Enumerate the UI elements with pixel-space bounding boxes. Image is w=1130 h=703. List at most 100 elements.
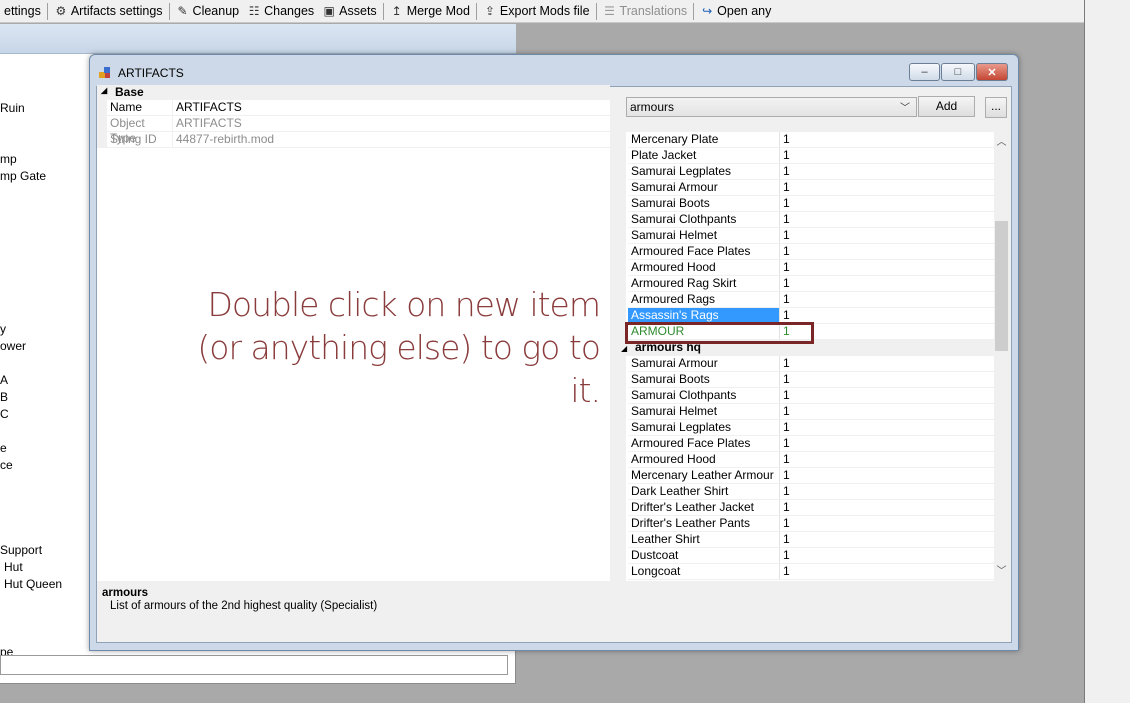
tree-item[interactable]: mp Gate [0, 169, 46, 183]
toolbar-export-mods-button[interactable]: ⇪ Export Mods file [479, 1, 594, 22]
tree-item[interactable]: Hut [4, 560, 23, 574]
list-item-count[interactable]: 1 [780, 516, 790, 531]
property-category-header[interactable]: ◢ Base [97, 85, 610, 100]
add-button[interactable]: Add [918, 96, 975, 117]
property-row-string-id[interactable]: String ID 44877-rebirth.mod [107, 132, 610, 148]
list-item-count[interactable]: 1 [780, 564, 790, 579]
list-item-count[interactable]: 1 [780, 548, 790, 563]
list-item-count[interactable]: 1 [780, 484, 790, 499]
list-item-count[interactable]: 1 [780, 500, 790, 515]
list-item-count[interactable]: 1 [780, 356, 790, 371]
toolbar-merge-mod-button[interactable]: ↥ Merge Mod [386, 1, 474, 22]
property-row-object-type[interactable]: Object Type ARTIFACTS [107, 116, 610, 145]
property-value[interactable]: ARTIFACTS [173, 100, 242, 115]
list-item-count[interactable]: 1 [780, 260, 790, 275]
list-scrollbar[interactable] [994, 132, 1009, 581]
tree-item[interactable]: Hut Queen [4, 577, 62, 591]
hint-line: it. [570, 371, 601, 410]
list-item-count[interactable]: 1 [780, 388, 790, 403]
list-item[interactable]: Samurai Boots 1 [628, 196, 994, 212]
collapse-triangle-icon[interactable]: ◢ [621, 344, 627, 353]
list-item[interactable]: Mercenary Leather Armour 1 [628, 468, 994, 484]
scroll-down-icon[interactable]: ﹀ [994, 564, 1009, 580]
toolbar-open-any-button[interactable]: ↪ Open any [696, 1, 775, 22]
list-item-count[interactable]: 1 [780, 228, 790, 243]
collapse-triangle-icon[interactable]: ◢ [101, 86, 107, 95]
list-item-count[interactable]: 1 [780, 244, 790, 259]
list-item[interactable]: Samurai Legplates 1 [628, 420, 994, 436]
toolbar-settings-button[interactable]: ettings [0, 1, 45, 22]
toolbar-assets-button[interactable]: ▣ Assets [318, 1, 381, 22]
maximize-icon: □ [954, 66, 962, 78]
property-row-name[interactable]: Name ARTIFACTS [107, 100, 610, 116]
list-item[interactable]: Drifter's Leather Pants 1 [628, 516, 994, 532]
tree-item[interactable]: ce [0, 458, 13, 472]
maximize-button[interactable]: □ [941, 63, 975, 81]
list-item[interactable]: Dustcoat 1 [628, 548, 994, 564]
list-item[interactable]: Armoured Face Plates 1 [628, 244, 994, 260]
list-item[interactable]: Mercenary Plate 1 [628, 132, 994, 148]
list-item-name: Armoured Face Plates [628, 244, 780, 259]
list-item[interactable]: Drifter's Leather Jacket 1 [628, 500, 994, 516]
list-item[interactable]: Armoured Hood 1 [628, 452, 994, 468]
list-item[interactable]: Armoured Rag Skirt 1 [628, 276, 994, 292]
list-item-count[interactable]: 1 [780, 452, 790, 467]
list-item[interactable]: Longcoat 1 [628, 564, 994, 580]
tree-item[interactable]: mp [0, 152, 17, 166]
scroll-up-icon[interactable]: ︿ [994, 135, 1009, 151]
list-item-count[interactable]: 1 [780, 372, 790, 387]
list-item[interactable]: Samurai Boots 1 [628, 372, 994, 388]
list-item[interactable]: Plate Jacket 1 [628, 148, 994, 164]
tree-item[interactable]: Support [0, 543, 42, 557]
list-item[interactable]: Samurai Clothpants 1 [628, 212, 994, 228]
close-button[interactable]: ✕ [976, 63, 1008, 81]
list-item-count[interactable]: 1 [780, 164, 790, 179]
tree-item[interactable]: y [0, 322, 6, 336]
list-type-dropdown[interactable]: armours [626, 97, 917, 117]
list-item[interactable]: Samurai Armour 1 [628, 356, 994, 372]
close-icon: ✕ [987, 66, 997, 79]
tree-item[interactable]: Ruin [0, 101, 25, 115]
toolbar-translations-button[interactable]: ☰ Translations [599, 1, 692, 22]
tree-item[interactable]: A [0, 373, 8, 387]
tree-item[interactable]: ower [0, 339, 26, 353]
list-item-count[interactable]: 1 [780, 148, 790, 163]
merge-icon: ↥ [391, 4, 402, 18]
list-item-count[interactable]: 1 [780, 196, 790, 211]
list-item[interactable]: Samurai Armour 1 [628, 180, 994, 196]
list-item-count[interactable]: 1 [780, 132, 790, 147]
minimize-button[interactable]: – [909, 63, 940, 81]
list-item-count[interactable]: 1 [780, 420, 790, 435]
list-item-count[interactable]: 1 [780, 212, 790, 227]
tree-item[interactable]: C [0, 407, 9, 421]
list-item[interactable]: Armoured Hood 1 [628, 260, 994, 276]
toolbar-separator [168, 2, 170, 20]
list-item-count[interactable]: 1 [780, 276, 790, 291]
toolbar-cleanup-button[interactable]: ✎ Cleanup [172, 1, 244, 22]
chevron-down-icon[interactable]: ﹀ [900, 99, 910, 114]
toolbar-changes-button[interactable]: ☷ Changes [243, 1, 318, 22]
list-item-count[interactable]: 1 [780, 180, 790, 195]
list-item[interactable]: Samurai Clothpants 1 [628, 388, 994, 404]
list-item[interactable]: Dark Leather Shirt 1 [628, 484, 994, 500]
tree-item[interactable]: e [0, 441, 7, 455]
list-item-count[interactable]: 1 [780, 308, 790, 323]
scrollbar-thumb[interactable] [995, 221, 1008, 351]
background-search-field[interactable] [0, 655, 508, 675]
list-item[interactable]: Leather Shirt 1 [628, 532, 994, 548]
list-item[interactable]: Armoured Rags 1 [628, 292, 994, 308]
more-options-button[interactable]: ... [985, 97, 1007, 118]
toolbar-artifacts-settings-button[interactable]: ⚙ Artifacts settings [50, 1, 167, 22]
list-item-count[interactable]: 1 [780, 292, 790, 307]
list-item-count[interactable]: 1 [780, 436, 790, 451]
list-item[interactable]: Samurai Helmet 1 [628, 404, 994, 420]
list-item[interactable]: Armoured Face Plates 1 [628, 436, 994, 452]
list-item[interactable]: Samurai Legplates 1 [628, 164, 994, 180]
list-item[interactable]: Samurai Helmet 1 [628, 228, 994, 244]
list-item-count[interactable]: 1 [780, 404, 790, 419]
dropdown-value: armours [630, 100, 675, 114]
list-item-count[interactable]: 1 [780, 532, 790, 547]
artifacts-settings-icon: ⚙ [55, 4, 67, 18]
tree-item[interactable]: B [0, 390, 8, 404]
list-item-count[interactable]: 1 [780, 468, 790, 483]
